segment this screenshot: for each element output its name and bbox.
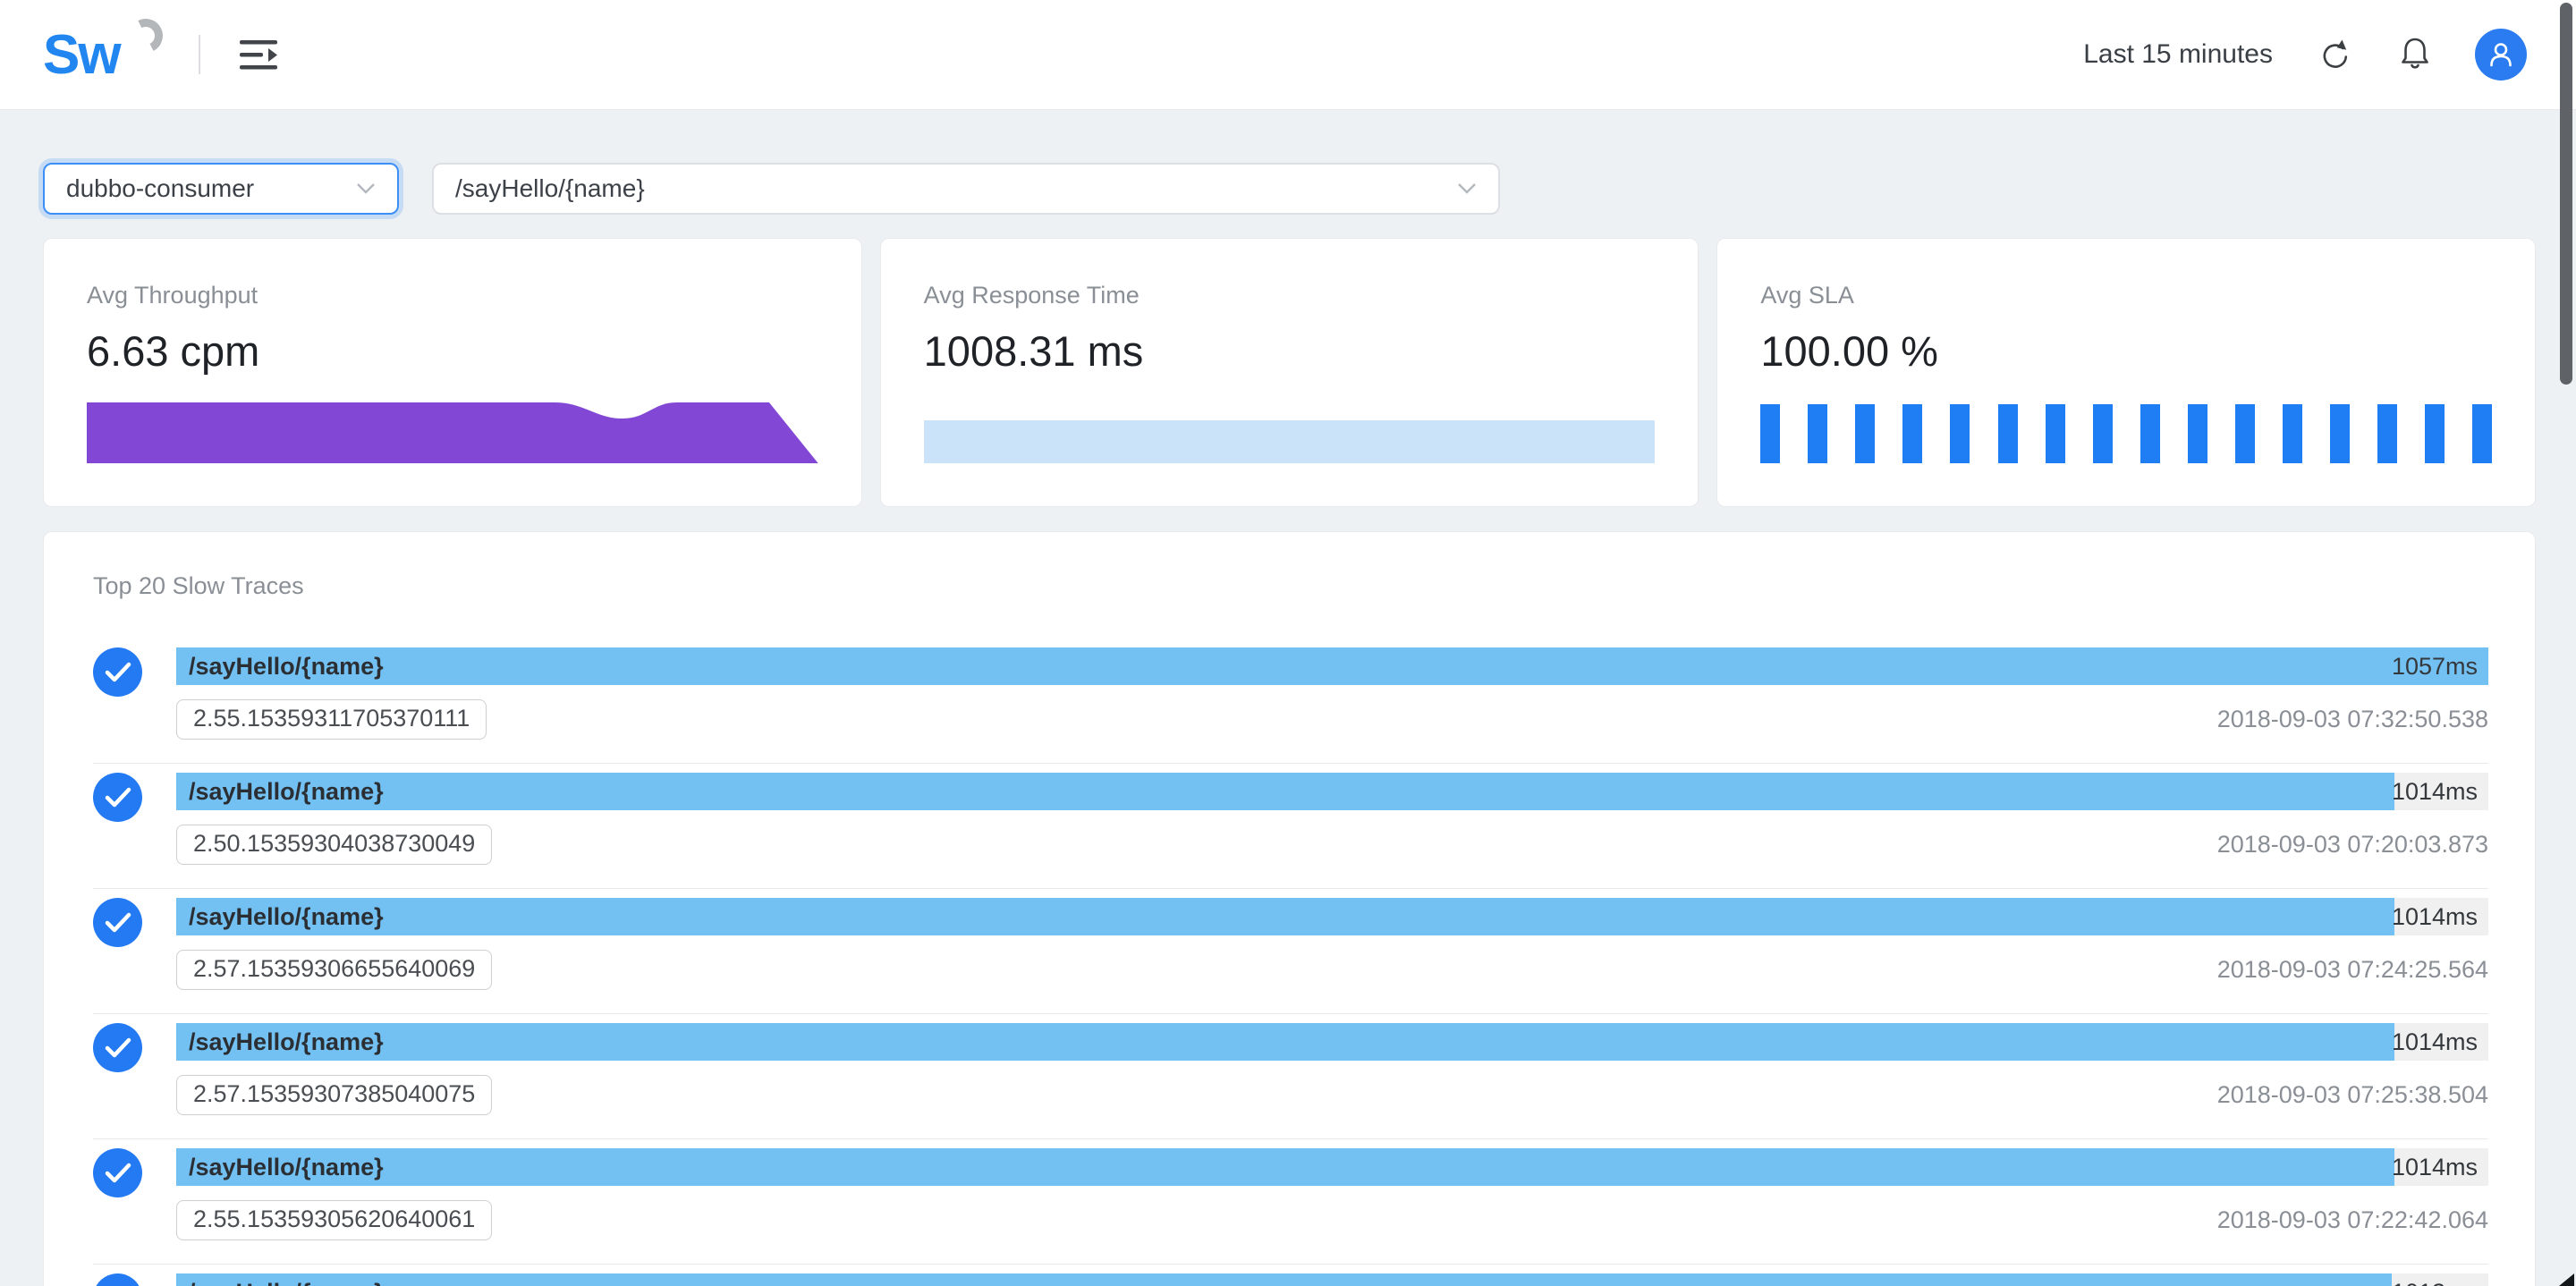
sla-bar bbox=[1760, 404, 1780, 463]
success-check-icon bbox=[93, 1273, 142, 1286]
filter-toolbar: dubbo-consumer /sayHello/{name} bbox=[0, 110, 2576, 215]
trace-timestamp: 2018-09-03 07:22:42.064 bbox=[2217, 1206, 2488, 1234]
trace-timestamp: 2018-09-03 07:20:03.873 bbox=[2217, 831, 2488, 859]
trace-duration-label: 1014ms bbox=[2392, 898, 2478, 935]
card-value: 6.63 cpm bbox=[87, 324, 818, 379]
card-avg-response-time: Avg Response Time 1008.31 ms bbox=[880, 238, 1699, 507]
refresh-icon[interactable] bbox=[2316, 35, 2355, 74]
trace-endpoint-name: /sayHello/{name} bbox=[189, 1023, 384, 1061]
trace-row[interactable]: /sayHello/{name} 1014ms 2.57.15359306655… bbox=[93, 888, 2488, 1013]
trace-duration-label: 1014ms bbox=[2392, 1023, 2478, 1061]
trace-duration-label: 1014ms bbox=[2392, 1148, 2478, 1186]
service-select-value: dubbo-consumer bbox=[66, 174, 254, 203]
notifications-bell-icon[interactable] bbox=[2396, 34, 2434, 75]
trace-row[interactable]: /sayHello/{name} 1014ms 2.55.15359305620… bbox=[93, 1138, 2488, 1264]
sla-bars bbox=[1760, 404, 2492, 463]
trace-duration-bar[interactable]: /sayHello/{name} 1014ms bbox=[176, 1023, 2488, 1061]
success-check-icon bbox=[93, 773, 142, 822]
success-check-icon bbox=[93, 898, 142, 947]
card-title: Avg Throughput bbox=[87, 282, 818, 309]
sla-bar bbox=[1998, 404, 2018, 463]
sla-bar-chart bbox=[1760, 401, 2492, 463]
trace-duration-bar[interactable]: /sayHello/{name} 1014ms bbox=[176, 1148, 2488, 1186]
mouse-cursor bbox=[2559, 1273, 2574, 1286]
trace-duration-label: 1057ms bbox=[2392, 647, 2478, 685]
endpoint-select[interactable]: /sayHello/{name} bbox=[432, 163, 1500, 215]
sla-bar bbox=[1950, 404, 1970, 463]
sla-bar bbox=[1808, 404, 1827, 463]
card-avg-throughput: Avg Throughput 6.63 cpm bbox=[43, 238, 862, 507]
app-header: Sw Last 15 minutes bbox=[0, 0, 2576, 110]
trace-timestamp: 2018-09-03 07:32:50.538 bbox=[2217, 706, 2488, 733]
sla-bar bbox=[1902, 404, 1922, 463]
service-select[interactable]: dubbo-consumer bbox=[43, 163, 399, 215]
sla-bar bbox=[1855, 404, 1875, 463]
trace-row[interactable]: /sayHello/{name} 1057ms 2.55.15359311705… bbox=[93, 622, 2488, 763]
logo-text: Sw bbox=[43, 23, 120, 87]
sla-bar bbox=[2330, 404, 2350, 463]
skywalking-logo[interactable]: Sw bbox=[43, 10, 186, 99]
card-avg-sla: Avg SLA 100.00 % bbox=[1716, 238, 2536, 507]
trace-list: /sayHello/{name} 1057ms 2.55.15359311705… bbox=[93, 622, 2488, 1286]
trace-id-chip[interactable]: 2.50.15359304038730049 bbox=[176, 825, 492, 865]
response-time-area-chart bbox=[924, 401, 1656, 463]
sla-bar bbox=[2283, 404, 2302, 463]
sla-bar bbox=[2188, 404, 2207, 463]
card-value: 100.00 % bbox=[1760, 324, 2492, 379]
trace-endpoint-name: /sayHello/{name} bbox=[189, 1273, 384, 1286]
user-avatar[interactable] bbox=[2475, 29, 2527, 80]
card-value: 1008.31 ms bbox=[924, 324, 1656, 379]
success-check-icon bbox=[93, 1023, 142, 1072]
sla-bar bbox=[2377, 404, 2397, 463]
metric-cards: Avg Throughput 6.63 cpm Avg Response Tim… bbox=[0, 215, 2576, 507]
sla-bar bbox=[2425, 404, 2445, 463]
trace-timestamp: 2018-09-03 07:24:25.564 bbox=[2217, 956, 2488, 984]
trace-endpoint-name: /sayHello/{name} bbox=[189, 647, 384, 685]
trace-id-chip[interactable]: 2.57.15359307385040075 bbox=[176, 1075, 492, 1115]
trace-duration-label: 1013ms bbox=[2392, 1273, 2478, 1286]
trace-id-chip[interactable]: 2.57.15359306655640069 bbox=[176, 950, 492, 990]
trace-duration-label: 1014ms bbox=[2392, 773, 2478, 810]
trace-row[interactable]: /sayHello/{name} 1014ms 2.57.15359307385… bbox=[93, 1013, 2488, 1138]
trace-timestamp: 2018-09-03 07:25:38.504 bbox=[2217, 1081, 2488, 1109]
trace-duration-bar[interactable]: /sayHello/{name} 1014ms bbox=[176, 773, 2488, 810]
sla-bar bbox=[2235, 404, 2255, 463]
trace-id-chip[interactable]: 2.55.15359305620640061 bbox=[176, 1200, 492, 1240]
trace-row[interactable]: /sayHello/{name} 1014ms 2.50.15359304038… bbox=[93, 763, 2488, 888]
menu-unfold-icon[interactable] bbox=[240, 35, 286, 74]
chevron-down-icon bbox=[1457, 182, 1477, 195]
logo-crescent-icon bbox=[124, 14, 167, 57]
trace-row[interactable]: /sayHello/{name} 1013ms bbox=[93, 1264, 2488, 1286]
slow-traces-title: Top 20 Slow Traces bbox=[93, 572, 2488, 600]
card-title: Avg Response Time bbox=[924, 282, 1656, 309]
sla-bar bbox=[2093, 404, 2113, 463]
trace-endpoint-name: /sayHello/{name} bbox=[189, 773, 384, 810]
sla-bar bbox=[2472, 404, 2492, 463]
vertical-scrollbar-thumb[interactable] bbox=[2560, 3, 2572, 385]
trace-endpoint-name: /sayHello/{name} bbox=[189, 898, 384, 935]
trace-duration-bar[interactable]: /sayHello/{name} 1057ms bbox=[176, 647, 2488, 685]
chevron-down-icon bbox=[356, 182, 376, 195]
trace-duration-bar[interactable]: /sayHello/{name} 1014ms bbox=[176, 898, 2488, 935]
throughput-area-chart bbox=[87, 401, 818, 463]
card-title: Avg SLA bbox=[1760, 282, 2492, 309]
sla-bar bbox=[2140, 404, 2160, 463]
success-check-icon bbox=[93, 647, 142, 697]
sla-bar bbox=[2046, 404, 2065, 463]
slow-traces-panel: Top 20 Slow Traces /sayHello/{name} 1057… bbox=[43, 531, 2536, 1286]
trace-duration-bar[interactable]: /sayHello/{name} 1013ms bbox=[176, 1273, 2488, 1286]
trace-endpoint-name: /sayHello/{name} bbox=[189, 1148, 384, 1186]
header-divider bbox=[199, 35, 200, 74]
time-range-selector[interactable]: Last 15 minutes bbox=[2083, 39, 2273, 70]
endpoint-select-value: /sayHello/{name} bbox=[455, 174, 645, 203]
success-check-icon bbox=[93, 1148, 142, 1197]
trace-id-chip[interactable]: 2.55.15359311705370111 bbox=[176, 699, 487, 740]
